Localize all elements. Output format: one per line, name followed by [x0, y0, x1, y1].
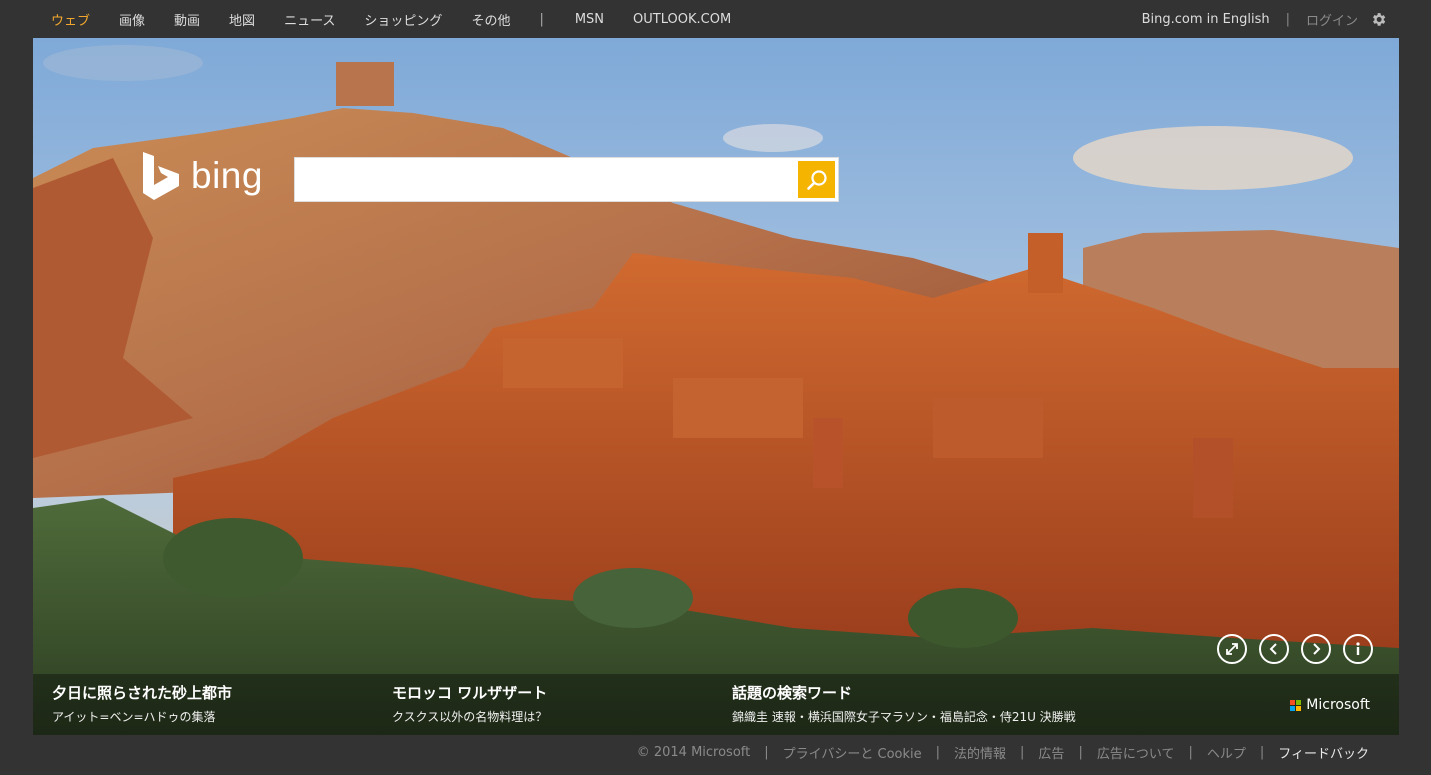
nav-msn[interactable]: MSN: [575, 12, 604, 27]
previous-icon: [1269, 643, 1277, 655]
nav-outlook[interactable]: OUTLOOK.COM: [633, 12, 731, 27]
nav-more[interactable]: その他: [471, 10, 510, 29]
microsoft-brand[interactable]: Microsoft: [1290, 697, 1370, 713]
search-box: [294, 157, 839, 202]
nav-maps[interactable]: 地図: [229, 10, 255, 29]
expand-icon: [1226, 643, 1238, 655]
top-nav: ウェブ 画像 動画 地図 ニュース ショッピング その他 | MSN OUTLO…: [0, 0, 1431, 38]
nav-videos[interactable]: 動画: [174, 10, 200, 29]
nav-images[interactable]: 画像: [119, 10, 145, 29]
nav-web[interactable]: ウェブ: [51, 10, 90, 29]
login-link[interactable]: ログイン: [1306, 10, 1358, 29]
next-icon: [1313, 643, 1321, 655]
nav-left: ウェブ 画像 動画 地図 ニュース ショッピング その他 | MSN OUTLO…: [51, 10, 760, 29]
background-photo: [33, 38, 1399, 735]
footer-privacy[interactable]: プライバシーと Cookie: [783, 743, 922, 762]
bing-logo[interactable]: bing: [143, 152, 263, 200]
story-2-subtitle[interactable]: クスクス以外の名物料理は？: [392, 708, 547, 725]
next-button[interactable]: [1301, 634, 1331, 664]
footer-about-ads[interactable]: 広告について: [1097, 743, 1175, 762]
previous-button[interactable]: [1259, 634, 1289, 664]
search-icon: [806, 169, 827, 190]
english-link[interactable]: Bing.com in English: [1142, 12, 1270, 27]
footer-copyright: © 2014 Microsoft: [636, 745, 751, 760]
story-1: 夕日に照らされた砂上都市 アイット=ベン=ハドゥの集落: [52, 682, 232, 725]
image-controls: [1205, 634, 1373, 664]
nav-separator: |: [539, 12, 544, 27]
microsoft-logo-icon: [1290, 699, 1302, 711]
microsoft-label: Microsoft: [1306, 697, 1370, 713]
info-button[interactable]: [1343, 634, 1373, 664]
footer-help[interactable]: ヘルプ: [1207, 743, 1246, 762]
story-bar: 夕日に照らされた砂上都市 アイット=ベン=ハドゥの集落 モロッコ ワルザザート …: [33, 674, 1399, 735]
footer-separator: |: [764, 745, 769, 760]
search-button[interactable]: [798, 161, 835, 198]
footer-feedback[interactable]: フィードバック: [1278, 743, 1369, 762]
hero-image: bing 夕日に照らされた砂上都市 アイット=ベン=ハドゥの集落 モロッコ ワル…: [33, 38, 1399, 735]
story-3-subtitle[interactable]: 錦織圭 速報・横浜国際女子マラソン・福島記念・侍21U 決勝戦: [732, 708, 1076, 725]
nav-right: Bing.com in English | ログイン: [1142, 10, 1387, 29]
footer: © 2014 Microsoft | プライバシーと Cookie | 法的情報…: [637, 743, 1369, 762]
nav-right-separator: |: [1285, 12, 1290, 27]
story-2: モロッコ ワルザザート クスクス以外の名物料理は？: [392, 682, 547, 725]
info-icon: [1356, 642, 1360, 655]
footer-separator: |: [1188, 745, 1193, 760]
search-input[interactable]: [295, 158, 795, 201]
story-3-title[interactable]: 話題の検索ワード: [732, 682, 1076, 703]
footer-ads[interactable]: 広告: [1038, 743, 1064, 762]
bing-wordmark: bing: [191, 155, 263, 196]
footer-separator: |: [1259, 745, 1265, 760]
footer-separator: |: [1020, 745, 1025, 760]
footer-legal[interactable]: 法的情報: [954, 743, 1006, 762]
footer-separator: |: [935, 745, 941, 760]
expand-button[interactable]: [1217, 634, 1247, 664]
bing-b-icon: [143, 152, 179, 200]
story-1-title[interactable]: 夕日に照らされた砂上都市: [52, 682, 232, 703]
story-1-subtitle[interactable]: アイット=ベン=ハドゥの集落: [52, 708, 232, 725]
story-2-title[interactable]: モロッコ ワルザザート: [392, 682, 547, 703]
story-3: 話題の検索ワード 錦織圭 速報・横浜国際女子マラソン・福島記念・侍21U 決勝戦: [732, 682, 1076, 725]
footer-separator: |: [1078, 745, 1083, 760]
gear-icon[interactable]: [1370, 11, 1387, 28]
nav-news[interactable]: ニュース: [284, 10, 335, 29]
nav-shopping[interactable]: ショッピング: [364, 10, 442, 29]
